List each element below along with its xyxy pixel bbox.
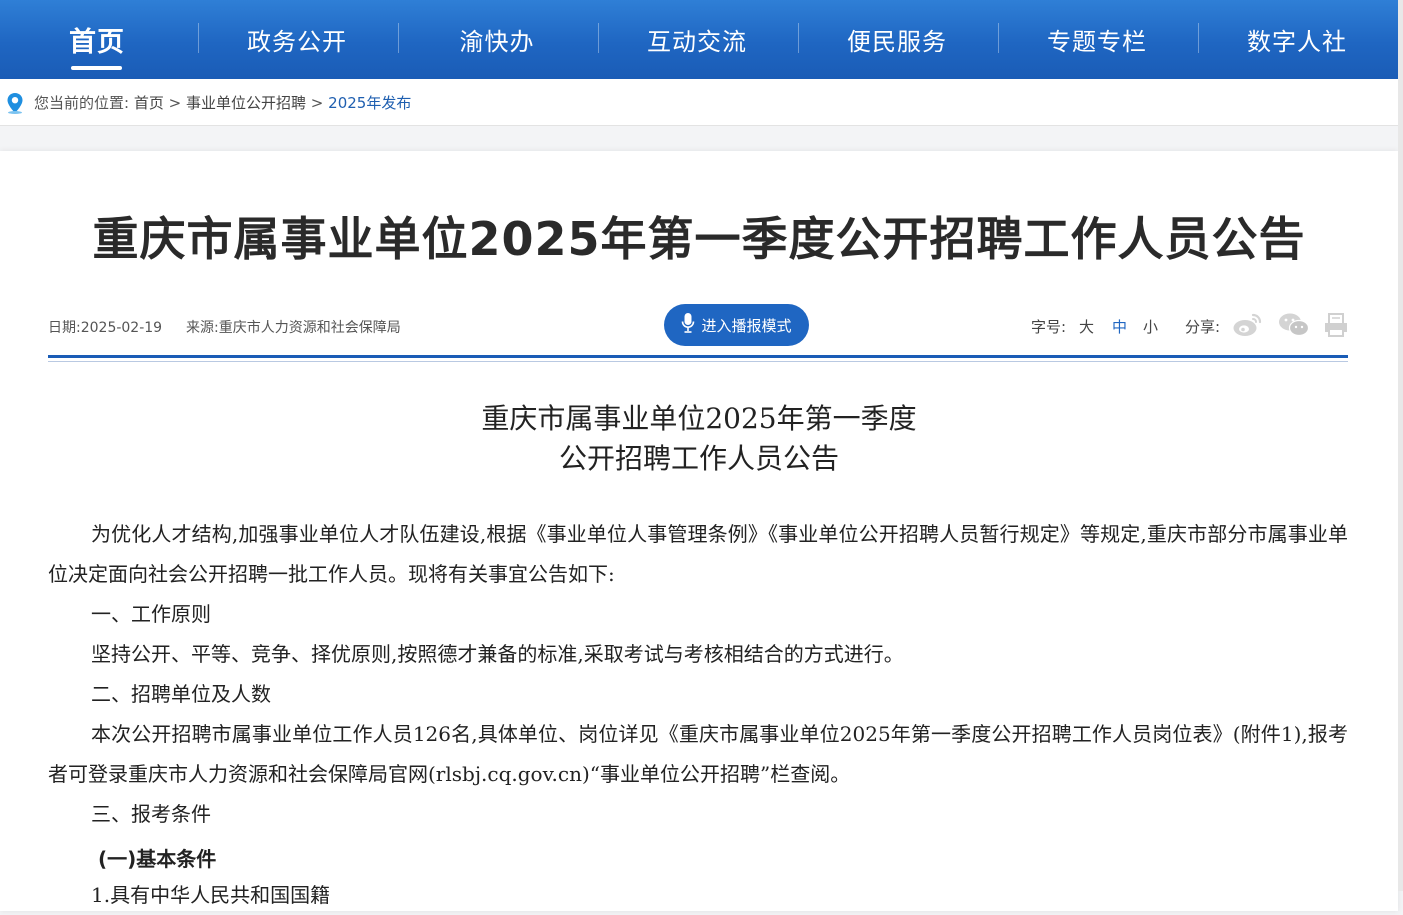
print-icon[interactable] <box>1324 312 1348 342</box>
article-card: 重庆市属事业单位2025年第一季度公开招聘工作人员公告 日期:2025-02-1… <box>0 151 1398 911</box>
breadcrumb-current-link[interactable]: 2025年发布 <box>328 94 411 112</box>
nav-item-label: 政务公开 <box>247 28 347 56</box>
font-size-large-option[interactable]: 大 <box>1079 316 1094 337</box>
section2-body: 本次公开招聘市属事业单位工作人员126名,具体单位、岗位详见《重庆市属事业单位2… <box>48 722 1348 786</box>
nav-item-interaction[interactable]: 互动交流 <box>597 0 797 79</box>
nav-item-special-topics[interactable]: 专题专栏 <box>997 0 1197 79</box>
font-size-small-option[interactable]: 小 <box>1143 316 1158 337</box>
breadcrumb-trail: 您当前的位置: 首页 > 事业单位公开招聘 > 2025年发布 <box>34 92 411 113</box>
font-size-label: 字号: <box>1031 318 1067 336</box>
nav-item-label: 专题专栏 <box>1047 28 1147 56</box>
nav-item-government-affairs[interactable]: 政务公开 <box>197 0 397 79</box>
broadcast-mode-label: 进入播报模式 <box>701 316 792 335</box>
intro-paragraph: 为优化人才结构,加强事业单位人才队伍建设,根据《事业单位人事管理条例》《事业单位… <box>48 522 1348 586</box>
section1-heading: 一、工作原则 <box>91 602 211 626</box>
nav-item-label: 渝快办 <box>459 28 535 56</box>
breadcrumb-section-link[interactable]: 事业单位公开招聘 <box>186 94 306 112</box>
microphone-icon <box>681 312 695 338</box>
header-divider <box>48 355 1348 358</box>
document-title-line2: 公开招聘工作人员公告 <box>558 442 839 475</box>
breadcrumb-separator: > <box>168 94 182 112</box>
scrollbar[interactable] <box>1398 0 1403 891</box>
font-size-medium-option[interactable]: 中 <box>1112 316 1127 337</box>
broadcast-mode-button[interactable]: 进入播报模式 <box>664 304 809 346</box>
section2-heading: 二、招聘单位及人数 <box>91 682 271 706</box>
section1-body: 坚持公开、平等、竞争、择优原则,按照德才兼备的标准,采取考试与考核相结合的方式进… <box>91 642 904 666</box>
weibo-icon[interactable] <box>1232 312 1264 342</box>
nav-item-label: 互动交流 <box>647 28 747 56</box>
header-divider-thin <box>48 361 1348 362</box>
nav-item-public-services[interactable]: 便民服务 <box>797 0 997 79</box>
nav-item-yukuaiban[interactable]: 渝快办 <box>397 0 597 79</box>
breadcrumb-home-link[interactable]: 首页 <box>134 94 164 112</box>
document-title-line1: 重庆市属事业单位2025年第一季度 <box>481 402 917 435</box>
share-label: 分享: <box>1185 318 1221 336</box>
wechat-icon[interactable] <box>1278 312 1310 342</box>
article-source: 来源:重庆市人力资源和社会保障局 <box>186 320 401 336</box>
nav-item-label: 便民服务 <box>847 28 947 56</box>
map-pin-icon <box>6 92 24 118</box>
breadcrumb-separator: > <box>310 94 324 112</box>
nav-item-label: 数字人社 <box>1247 28 1347 56</box>
page-title: 重庆市属事业单位2025年第一季度公开招聘工作人员公告 <box>92 212 1306 266</box>
top-navigation: 首页 政务公开 渝快办 互动交流 便民服务 专题专栏 数字人社 <box>0 0 1403 79</box>
section3-heading: 三、报考条件 <box>91 802 211 826</box>
article-date: 日期:2025-02-19 <box>48 320 163 336</box>
breadcrumb-prefix: 您当前的位置: <box>34 94 130 112</box>
breadcrumb: 您当前的位置: 首页 > 事业单位公开招聘 > 2025年发布 <box>0 79 1403 126</box>
nav-item-label: 首页 <box>69 27 125 58</box>
condition-item-1: 1.具有中华人民共和国国籍 <box>91 883 331 907</box>
basic-conditions-subheading: (一)基本条件 <box>98 847 217 871</box>
nav-active-indicator <box>71 66 122 70</box>
nav-item-digital-hr[interactable]: 数字人社 <box>1197 0 1397 79</box>
